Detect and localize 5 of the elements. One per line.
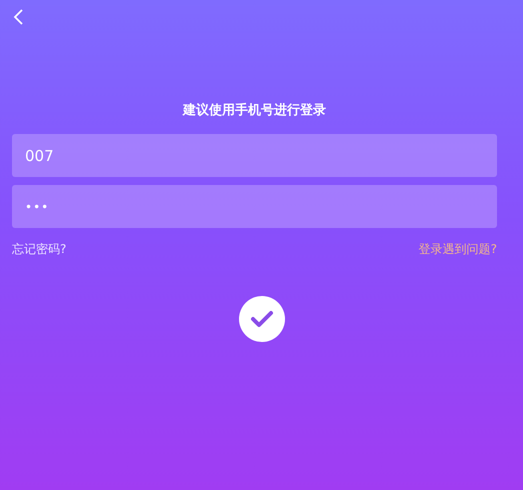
login-hint: 建议使用手机号进行登录: [181, 102, 327, 120]
check-icon: [250, 310, 274, 328]
confirm-button[interactable]: [238, 296, 284, 342]
forgot-password-link[interactable]: 忘记密码?: [12, 241, 66, 258]
login-help-link[interactable]: 登录遇到问题?: [418, 241, 497, 258]
